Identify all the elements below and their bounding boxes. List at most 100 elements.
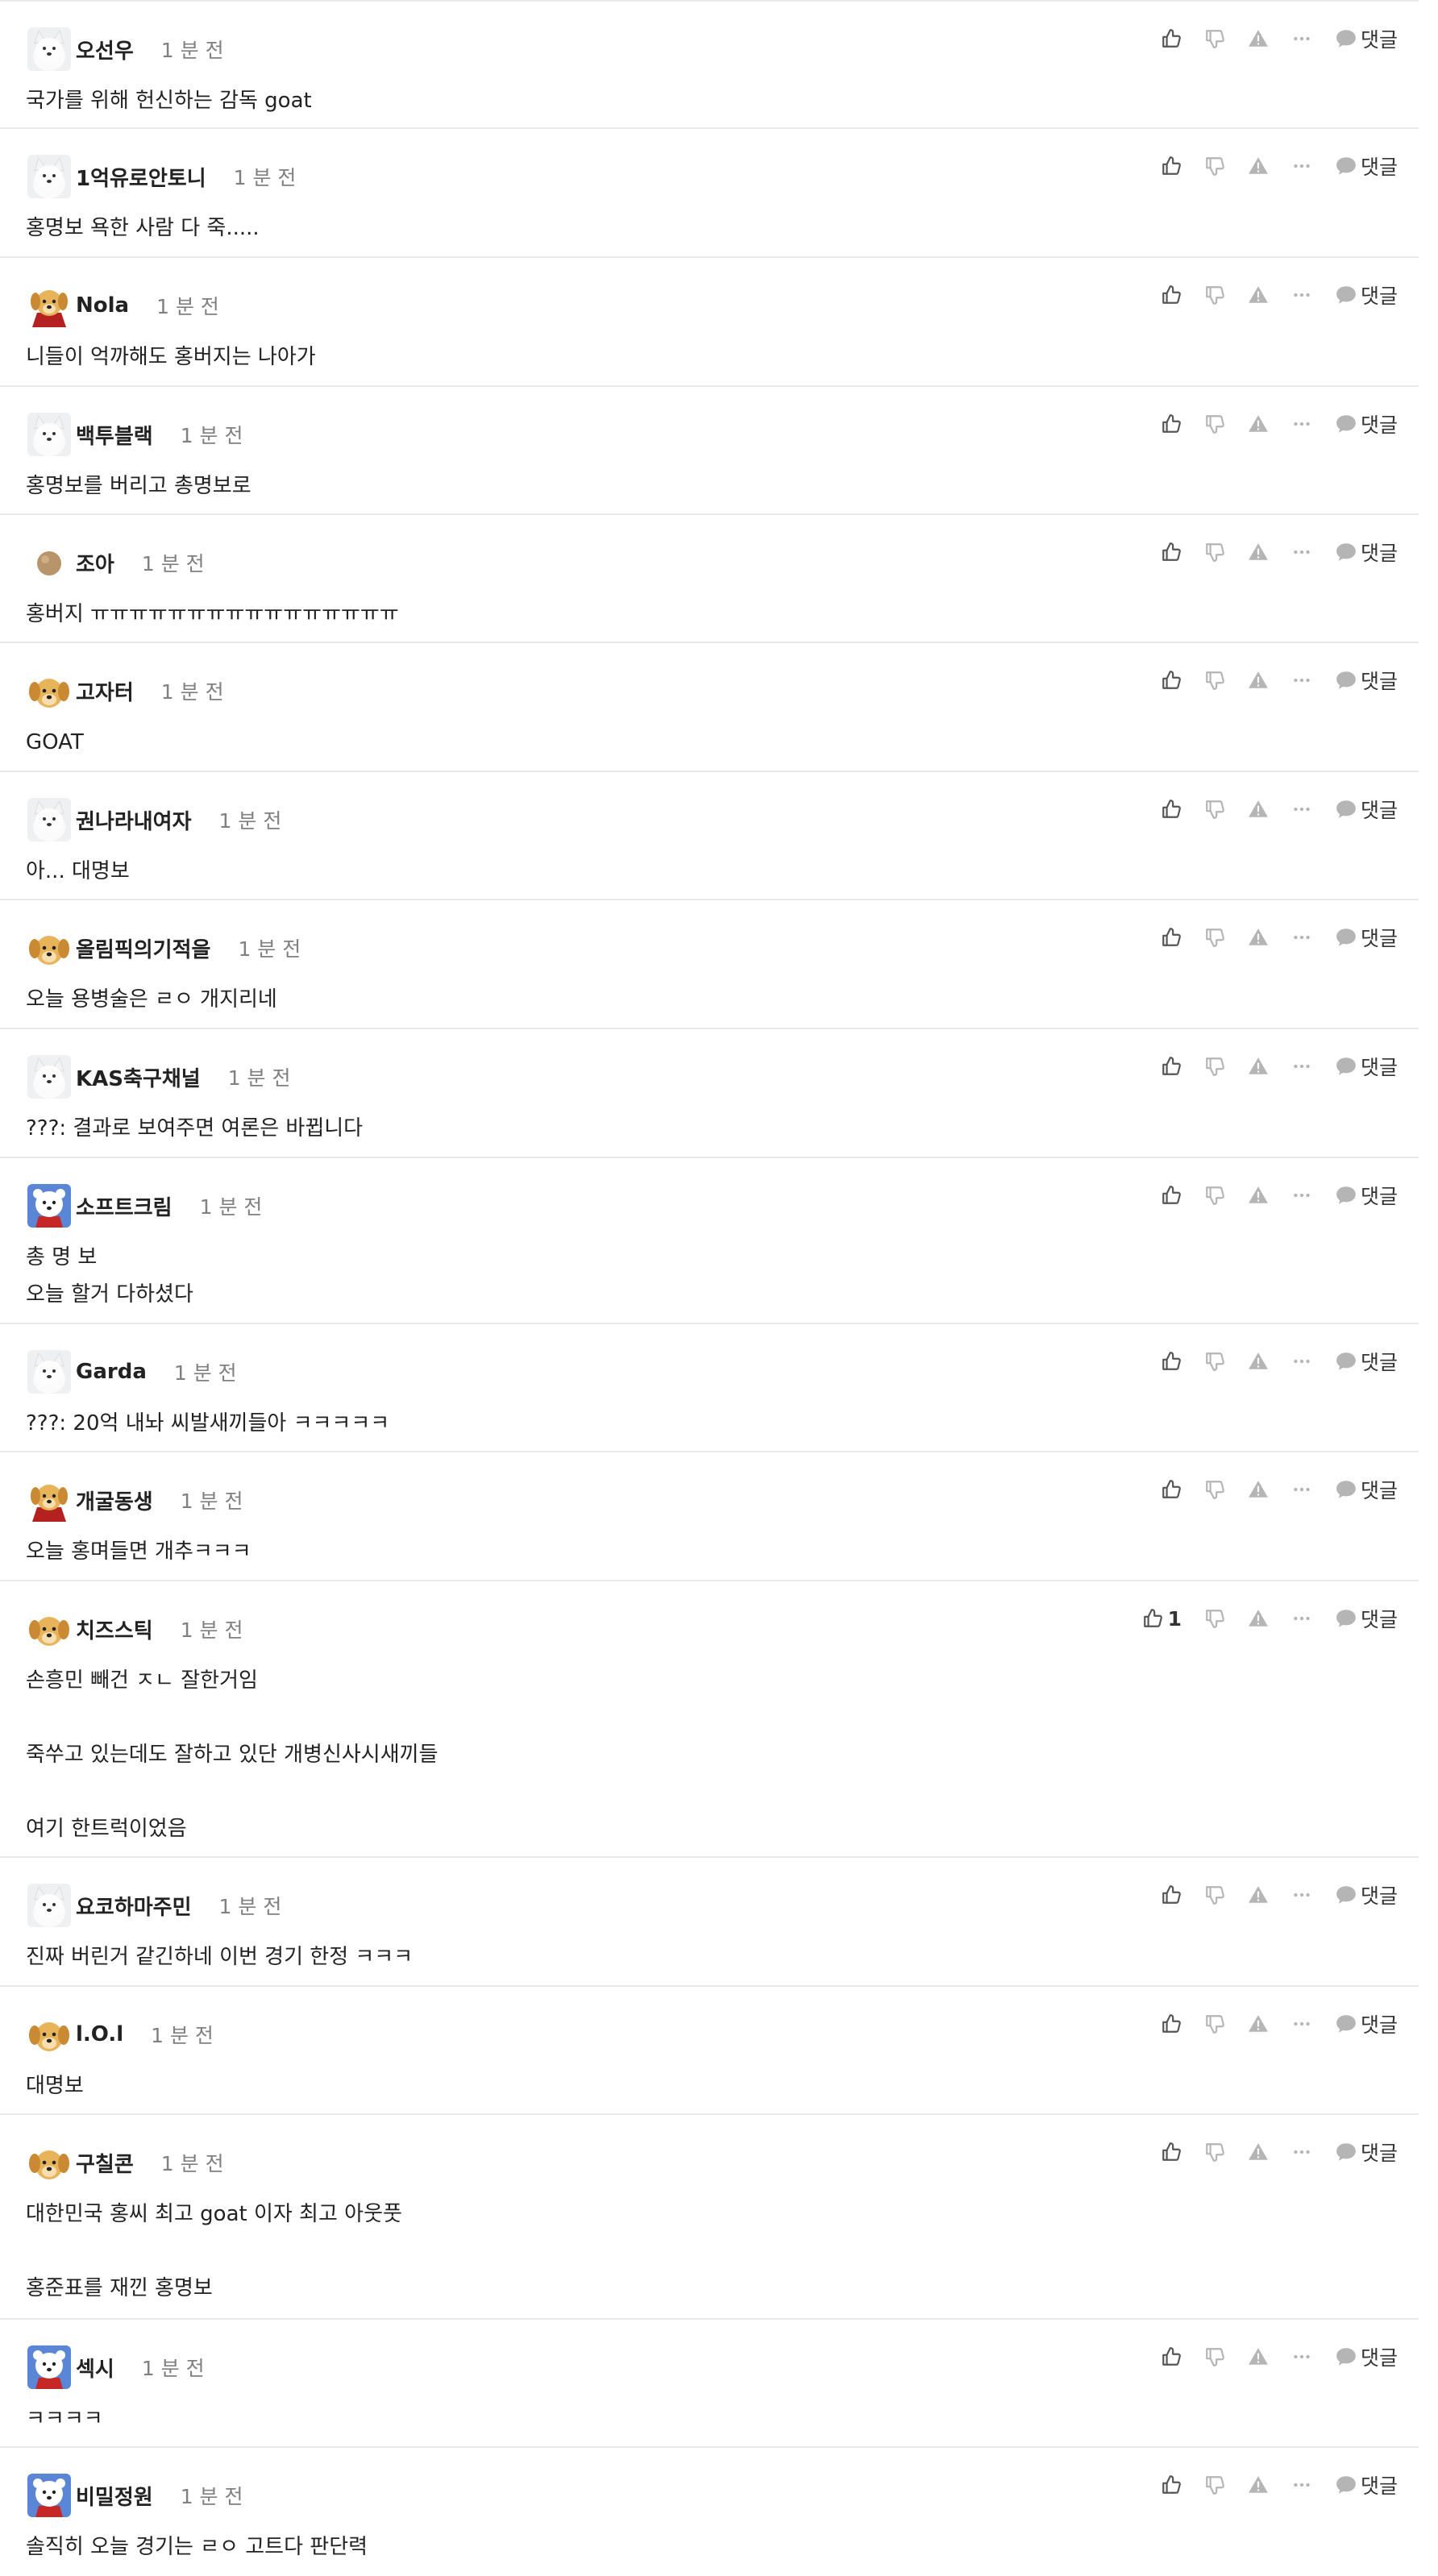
dislike-button[interactable] bbox=[1204, 277, 1225, 313]
reply-button[interactable]: 댓글 bbox=[1335, 2339, 1398, 2374]
bear-avatar[interactable] bbox=[27, 1184, 71, 1228]
like-button[interactable] bbox=[1161, 2467, 1182, 2503]
comment-nickname[interactable]: 1억유로안토니 bbox=[76, 162, 206, 192]
report-button[interactable] bbox=[1248, 1877, 1269, 1913]
bear-avatar[interactable] bbox=[27, 2345, 71, 2389]
more-button[interactable] bbox=[1291, 534, 1312, 570]
more-button[interactable] bbox=[1291, 1877, 1312, 1913]
more-button[interactable] bbox=[1291, 920, 1312, 955]
white-dog-avatar[interactable] bbox=[27, 798, 71, 841]
reply-button[interactable]: 댓글 bbox=[1335, 148, 1398, 184]
dislike-button[interactable] bbox=[1204, 2467, 1225, 2503]
comment-nickname[interactable]: 올림픽의기적을 bbox=[76, 933, 210, 963]
puppy-cape-avatar[interactable] bbox=[27, 284, 71, 327]
report-button[interactable] bbox=[1248, 2006, 1269, 2042]
reply-button[interactable]: 댓글 bbox=[1335, 1472, 1398, 1507]
more-button[interactable] bbox=[1291, 2006, 1312, 2042]
white-dog-avatar[interactable] bbox=[27, 1884, 71, 1927]
more-button[interactable] bbox=[1291, 2339, 1312, 2374]
reply-button[interactable]: 댓글 bbox=[1335, 1178, 1398, 1213]
like-button[interactable]: 1 bbox=[1142, 1601, 1182, 1636]
reply-button[interactable]: 댓글 bbox=[1335, 1049, 1398, 1084]
comment-nickname[interactable]: 치즈스틱 bbox=[76, 1614, 153, 1644]
dislike-button[interactable] bbox=[1204, 1601, 1225, 1636]
more-button[interactable] bbox=[1291, 21, 1312, 56]
like-button[interactable] bbox=[1161, 1049, 1182, 1084]
dislike-button[interactable] bbox=[1204, 2006, 1225, 2042]
like-button[interactable] bbox=[1161, 663, 1182, 698]
comment-nickname[interactable]: 소프트크림 bbox=[76, 1191, 172, 1221]
report-button[interactable] bbox=[1248, 406, 1269, 442]
more-button[interactable] bbox=[1291, 2134, 1312, 2170]
comment-nickname[interactable]: 백투블랙 bbox=[76, 420, 153, 450]
report-button[interactable] bbox=[1248, 791, 1269, 827]
reply-button[interactable]: 댓글 bbox=[1335, 663, 1398, 698]
dislike-button[interactable] bbox=[1204, 21, 1225, 56]
comment-nickname[interactable]: 오선우 bbox=[76, 35, 134, 64]
puppy-avatar[interactable] bbox=[27, 2141, 71, 2184]
comment-nickname[interactable]: 요코하마주민 bbox=[76, 1891, 192, 1921]
dislike-button[interactable] bbox=[1204, 1049, 1225, 1084]
reply-button[interactable]: 댓글 bbox=[1335, 21, 1398, 56]
dislike-button[interactable] bbox=[1204, 534, 1225, 570]
comment-nickname[interactable]: l.O.l bbox=[76, 2022, 123, 2046]
like-button[interactable] bbox=[1161, 148, 1182, 184]
comment-nickname[interactable]: 조아 bbox=[76, 548, 114, 578]
reply-button[interactable]: 댓글 bbox=[1335, 2467, 1398, 2503]
like-button[interactable] bbox=[1161, 920, 1182, 955]
white-dog-avatar[interactable] bbox=[27, 27, 71, 71]
reply-button[interactable]: 댓글 bbox=[1335, 2006, 1398, 2042]
reply-button[interactable]: 댓글 bbox=[1335, 277, 1398, 313]
comment-nickname[interactable]: 구칠콘 bbox=[76, 2148, 134, 2178]
reply-button[interactable]: 댓글 bbox=[1335, 791, 1398, 827]
white-dog-avatar[interactable] bbox=[27, 155, 71, 198]
dislike-button[interactable] bbox=[1204, 1178, 1225, 1213]
reply-button[interactable]: 댓글 bbox=[1335, 406, 1398, 442]
comment-nickname[interactable]: Nola bbox=[76, 293, 129, 318]
like-button[interactable] bbox=[1161, 534, 1182, 570]
reply-button[interactable]: 댓글 bbox=[1335, 2134, 1398, 2170]
dislike-button[interactable] bbox=[1204, 1877, 1225, 1913]
puppy-avatar[interactable] bbox=[27, 669, 71, 713]
like-button[interactable] bbox=[1161, 2134, 1182, 2170]
white-dog-avatar[interactable] bbox=[27, 1350, 71, 1394]
like-button[interactable] bbox=[1161, 1344, 1182, 1379]
report-button[interactable] bbox=[1248, 663, 1269, 698]
dislike-button[interactable] bbox=[1204, 920, 1225, 955]
reply-button[interactable]: 댓글 bbox=[1335, 534, 1398, 570]
like-button[interactable] bbox=[1161, 2006, 1182, 2042]
more-button[interactable] bbox=[1291, 1472, 1312, 1507]
report-button[interactable] bbox=[1248, 1601, 1269, 1636]
comment-nickname[interactable]: 비밀정원 bbox=[76, 2481, 153, 2511]
more-button[interactable] bbox=[1291, 791, 1312, 827]
report-button[interactable] bbox=[1248, 2339, 1269, 2374]
report-button[interactable] bbox=[1248, 1178, 1269, 1213]
comment-nickname[interactable]: 섹시 bbox=[76, 2353, 114, 2383]
report-button[interactable] bbox=[1248, 148, 1269, 184]
report-button[interactable] bbox=[1248, 2467, 1269, 2503]
white-dog-avatar[interactable] bbox=[27, 413, 71, 456]
report-button[interactable] bbox=[1248, 1472, 1269, 1507]
puppy-avatar[interactable] bbox=[27, 1607, 71, 1651]
dislike-button[interactable] bbox=[1204, 2134, 1225, 2170]
reply-button[interactable]: 댓글 bbox=[1335, 1877, 1398, 1913]
like-button[interactable] bbox=[1161, 277, 1182, 313]
like-button[interactable] bbox=[1161, 1472, 1182, 1507]
dislike-button[interactable] bbox=[1204, 663, 1225, 698]
reply-button[interactable]: 댓글 bbox=[1335, 920, 1398, 955]
puppy-avatar[interactable] bbox=[27, 2013, 71, 2056]
more-button[interactable] bbox=[1291, 663, 1312, 698]
comment-nickname[interactable]: Garda bbox=[76, 1360, 147, 1384]
white-dog-avatar[interactable] bbox=[27, 1055, 71, 1099]
report-button[interactable] bbox=[1248, 21, 1269, 56]
like-button[interactable] bbox=[1161, 1877, 1182, 1913]
like-button[interactable] bbox=[1161, 21, 1182, 56]
more-button[interactable] bbox=[1291, 1601, 1312, 1636]
dislike-button[interactable] bbox=[1204, 1344, 1225, 1379]
like-button[interactable] bbox=[1161, 406, 1182, 442]
dislike-button[interactable] bbox=[1204, 2339, 1225, 2374]
report-button[interactable] bbox=[1248, 2134, 1269, 2170]
puppy-avatar[interactable] bbox=[27, 926, 71, 970]
comment-nickname[interactable]: 개굴동생 bbox=[76, 1485, 153, 1515]
ball-avatar[interactable] bbox=[27, 541, 71, 584]
